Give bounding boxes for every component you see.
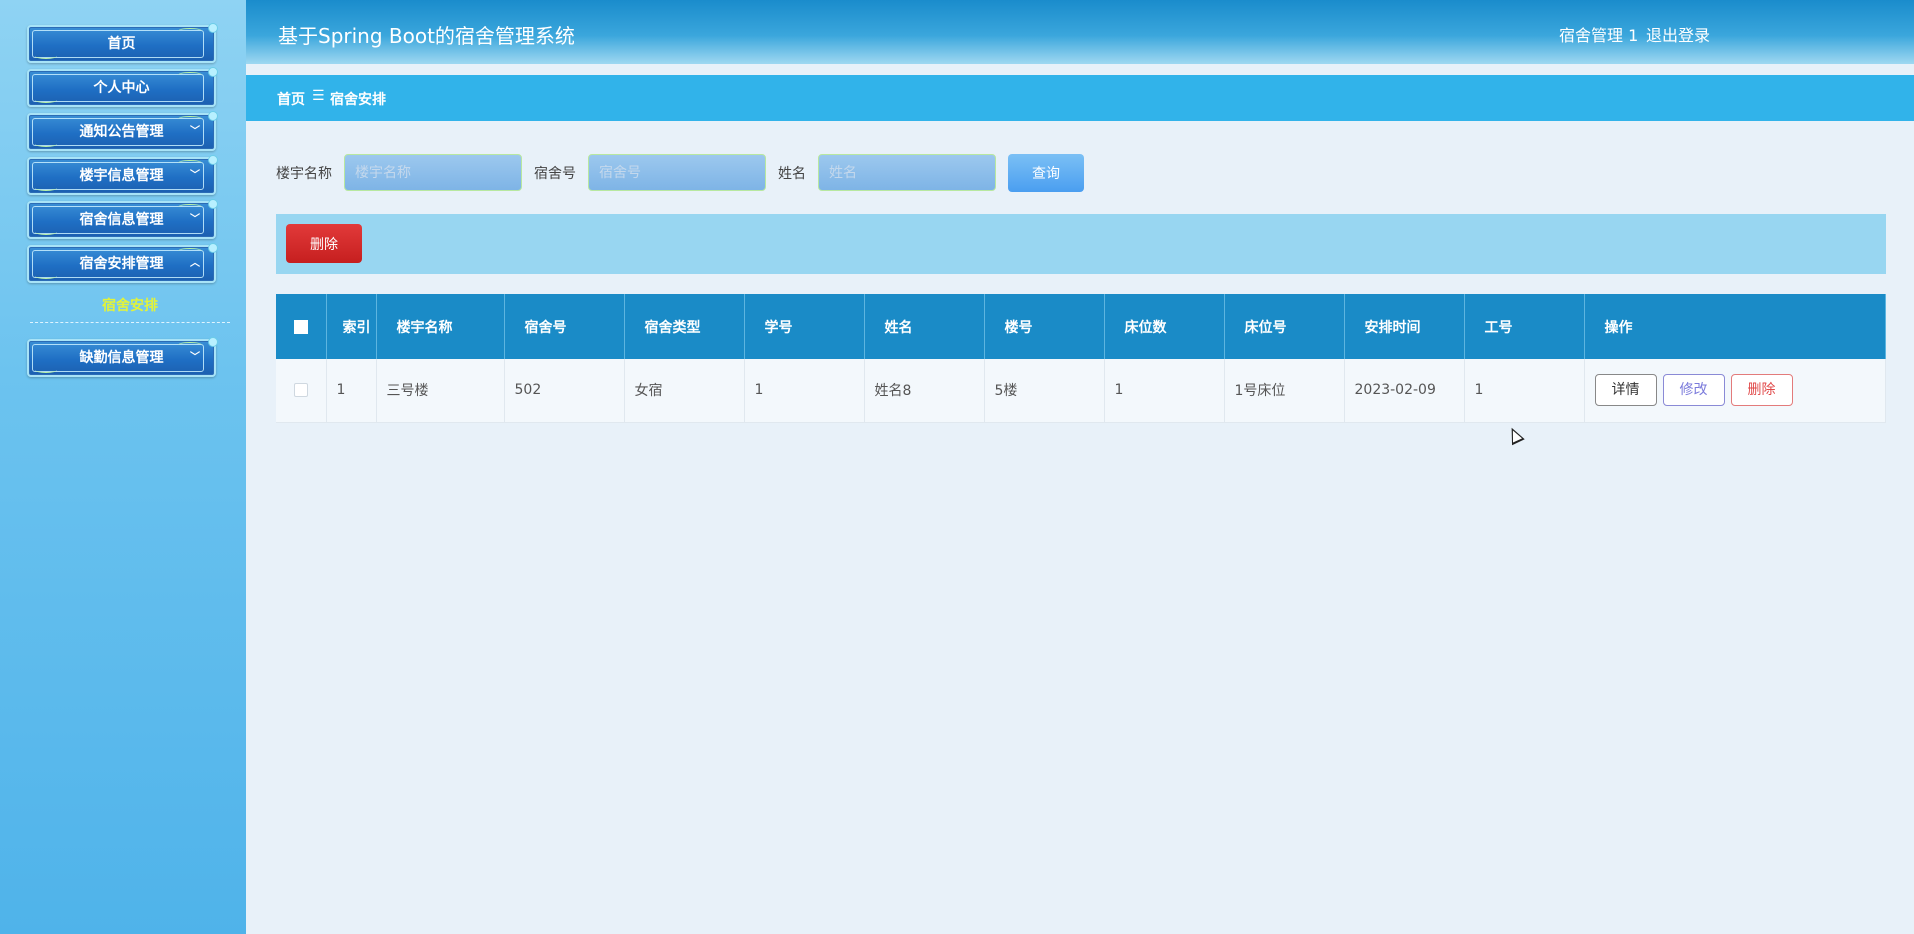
sidebar-item-label: 通知公告管理 [79, 124, 164, 140]
cell-bed-count: 1 [1104, 359, 1225, 423]
sidebar-item-label: 个人中心 [93, 80, 150, 96]
building-name-label: 楼宇名称 [276, 166, 332, 182]
current-user: 宿舍管理 1 [1559, 26, 1639, 45]
sidebar-item-profile[interactable]: 个人中心 [27, 67, 218, 107]
app-title: 基于Spring Boot的宿舍管理系统 [278, 24, 575, 48]
dorm-number-input[interactable] [588, 154, 766, 191]
col-building-name: 楼宇名称 [376, 294, 505, 359]
sidebar-item-label: 楼宇信息管理 [79, 168, 164, 184]
select-all-checkbox[interactable] [276, 294, 327, 359]
top-header: 基于Spring Boot的宿舍管理系统 宿舍管理 1 退出登录 [246, 0, 1914, 64]
sidebar-item-dorm[interactable]: 宿舍信息管理 ﹀ [27, 199, 218, 239]
breadcrumb-home[interactable]: 首页 [277, 89, 305, 109]
cell-index: 1 [326, 359, 377, 423]
arrangement-table: 索引 楼宇名称 宿舍号 宿舍类型 学号 姓名 楼号 床位数 床位号 安排时间 工… [276, 294, 1886, 423]
col-dorm-number: 宿舍号 [504, 294, 625, 359]
chevron-down-icon: ﹀ [190, 126, 200, 137]
mouse-cursor-icon [1505, 424, 1525, 446]
col-operations: 操作 [1584, 294, 1886, 359]
sidebar-item-label: 宿舍信息管理 [79, 212, 164, 228]
col-index: 索引 [326, 294, 377, 359]
col-bed-number: 床位号 [1224, 294, 1345, 359]
sidebar-item-home[interactable]: 首页 [27, 23, 218, 63]
chevron-down-icon: ﹀ [190, 170, 200, 181]
batch-delete-button[interactable]: 删除 [286, 224, 362, 263]
col-staff-id: 工号 [1464, 294, 1585, 359]
name-label: 姓名 [778, 166, 806, 182]
table-row: 1 三号楼 502 女宿 1 姓名8 5楼 1 1号床位 2023-02-09 … [276, 359, 1886, 423]
sidebar-item-building[interactable]: 楼宇信息管理 ﹀ [27, 155, 218, 195]
col-dorm-type: 宿舍类型 [624, 294, 745, 359]
sidebar-item-label: 首页 [107, 36, 136, 52]
sidebar-divider [30, 322, 230, 323]
col-student-id: 学号 [744, 294, 865, 359]
logout-link[interactable]: 退出登录 [1646, 22, 1710, 46]
cell-name: 姓名8 [864, 359, 985, 423]
action-bar: 删除 [276, 214, 1886, 274]
col-floor: 楼号 [984, 294, 1105, 359]
row-checkbox[interactable] [276, 359, 327, 423]
sidebar-item-label: 宿舍安排管理 [79, 256, 164, 272]
sidebar-item-notice[interactable]: 通知公告管理 ﹀ [27, 111, 218, 151]
building-name-input[interactable] [344, 154, 522, 191]
cell-dorm-number: 502 [504, 359, 625, 423]
edit-button[interactable]: 修改 [1662, 374, 1725, 407]
name-input[interactable] [818, 154, 996, 191]
cell-operations: 详情 修改 删除 [1584, 359, 1886, 423]
col-arrange-time: 安排时间 [1344, 294, 1465, 359]
cell-student-id: 1 [744, 359, 865, 423]
query-button[interactable]: 查询 [1008, 154, 1084, 192]
detail-button[interactable]: 详情 [1594, 374, 1657, 407]
row-delete-button[interactable]: 删除 [1730, 374, 1793, 407]
col-name: 姓名 [864, 294, 985, 359]
col-bed-count: 床位数 [1104, 294, 1225, 359]
chevron-down-icon: ﹀ [190, 352, 200, 363]
sidebar: 首页 个人中心 通知公告管理 ﹀ 楼宇信息管理 ﹀ 宿舍信息管理 ﹀ 宿舍安排管… [0, 0, 246, 934]
sidebar-subitem-arrangement[interactable]: 宿舍安排 [30, 295, 230, 315]
cell-floor: 5楼 [984, 359, 1105, 423]
cell-dorm-type: 女宿 [624, 359, 745, 423]
chevron-down-icon: ﹀ [190, 214, 200, 225]
table-header-row: 索引 楼宇名称 宿舍号 宿舍类型 学号 姓名 楼号 床位数 床位号 安排时间 工… [276, 294, 1886, 359]
sidebar-item-absence[interactable]: 缺勤信息管理 ﹀ [27, 337, 218, 377]
sidebar-item-arrangement[interactable]: 宿舍安排管理 ︿ [27, 243, 218, 283]
cell-staff-id: 1 [1464, 359, 1585, 423]
cell-building-name: 三号楼 [376, 359, 505, 423]
sidebar-item-label: 缺勤信息管理 [79, 350, 164, 366]
breadcrumb-current: 宿舍安排 [330, 92, 386, 108]
dorm-number-label: 宿舍号 [534, 166, 576, 182]
chevron-up-icon: ︿ [190, 258, 200, 269]
cell-arrange-time: 2023-02-09 [1344, 359, 1465, 423]
breadcrumb: 首页 ☰ 宿舍安排 [246, 75, 1914, 121]
menu-icon: ☰ [312, 88, 325, 104]
cell-bed-number: 1号床位 [1224, 359, 1345, 423]
